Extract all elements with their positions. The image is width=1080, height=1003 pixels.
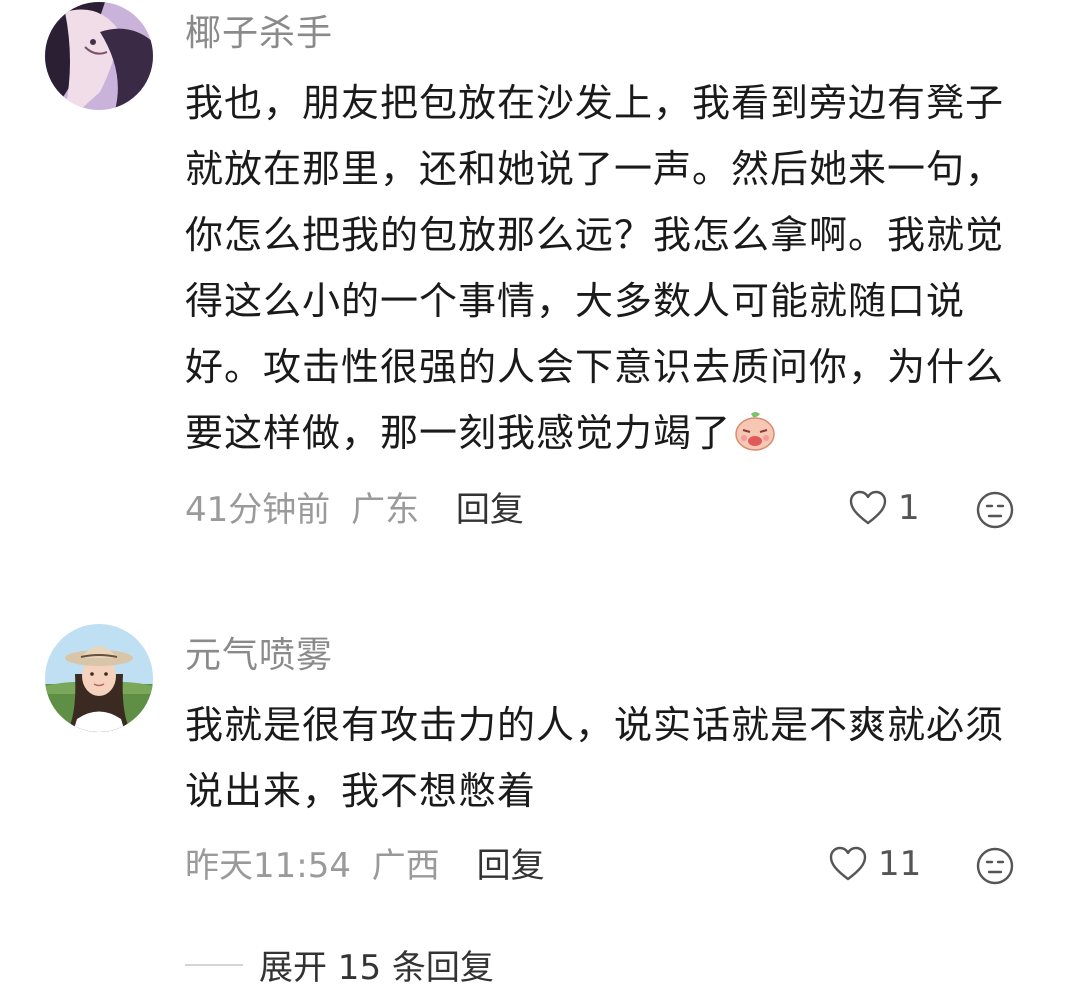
avatar-hat-girl-icon xyxy=(45,624,153,732)
like-count: 11 xyxy=(878,844,922,884)
comment-text: 我就是很有攻击力的人，说实话就是不爽就必须说出来，我不想憋着 xyxy=(185,692,1035,824)
username[interactable]: 元气喷雾 xyxy=(185,634,333,678)
comment-item: 元气喷雾 我就是很有攻击力的人，说实话就是不爽就必须说出来，我不想憋着 昨天11… xyxy=(0,620,1080,920)
heart-icon xyxy=(829,846,867,881)
comment-location: 广东 xyxy=(351,490,420,530)
avatar[interactable] xyxy=(45,624,153,732)
expand-replies-label: 展开 15 条回复 xyxy=(259,948,494,988)
comment-location: 广西 xyxy=(371,846,440,886)
username[interactable]: 椰子杀手 xyxy=(185,12,333,56)
neutral-face-icon xyxy=(976,491,1014,529)
avatar-anime-girl-icon xyxy=(45,2,153,110)
comment-time: 昨天11:54 xyxy=(185,846,351,886)
like-button[interactable]: 1 xyxy=(848,488,920,528)
avatar[interactable] xyxy=(45,2,153,110)
emoji-react-button[interactable] xyxy=(975,490,1015,534)
expand-replies-button[interactable]: 展开 15 条回复 xyxy=(185,940,494,989)
like-button[interactable]: 11 xyxy=(828,844,921,884)
like-count: 1 xyxy=(898,488,920,528)
heart-icon xyxy=(849,490,887,525)
neutral-face-icon xyxy=(976,847,1014,885)
divider-line xyxy=(185,963,243,966)
comment-time: 41分钟前 xyxy=(185,490,331,530)
comment-text-body: 我就是很有攻击力的人，说实话就是不爽就必须说出来，我不想憋着 xyxy=(185,703,1005,813)
exhausted-emoji-icon xyxy=(733,406,777,451)
comment-text-body: 我也，朋友把包放在沙发上，我看到旁边有凳子就放在那里，还和她说了一声。然后她来一… xyxy=(185,81,1005,455)
comment-item: 椰子杀手 我也，朋友把包放在沙发上，我看到旁边有凳子就放在那里，还和她说了一声。… xyxy=(0,0,1080,560)
comment-text: 我也，朋友把包放在沙发上，我看到旁边有凳子就放在那里，还和她说了一声。然后她来一… xyxy=(185,70,1035,466)
emoji-react-button[interactable] xyxy=(975,846,1015,890)
reply-button[interactable]: 回复 xyxy=(456,490,524,530)
comment-meta: 昨天11:54 广西 回复 xyxy=(185,844,545,888)
comment-meta: 41分钟前 广东 回复 xyxy=(185,488,524,532)
reply-button[interactable]: 回复 xyxy=(477,846,545,886)
